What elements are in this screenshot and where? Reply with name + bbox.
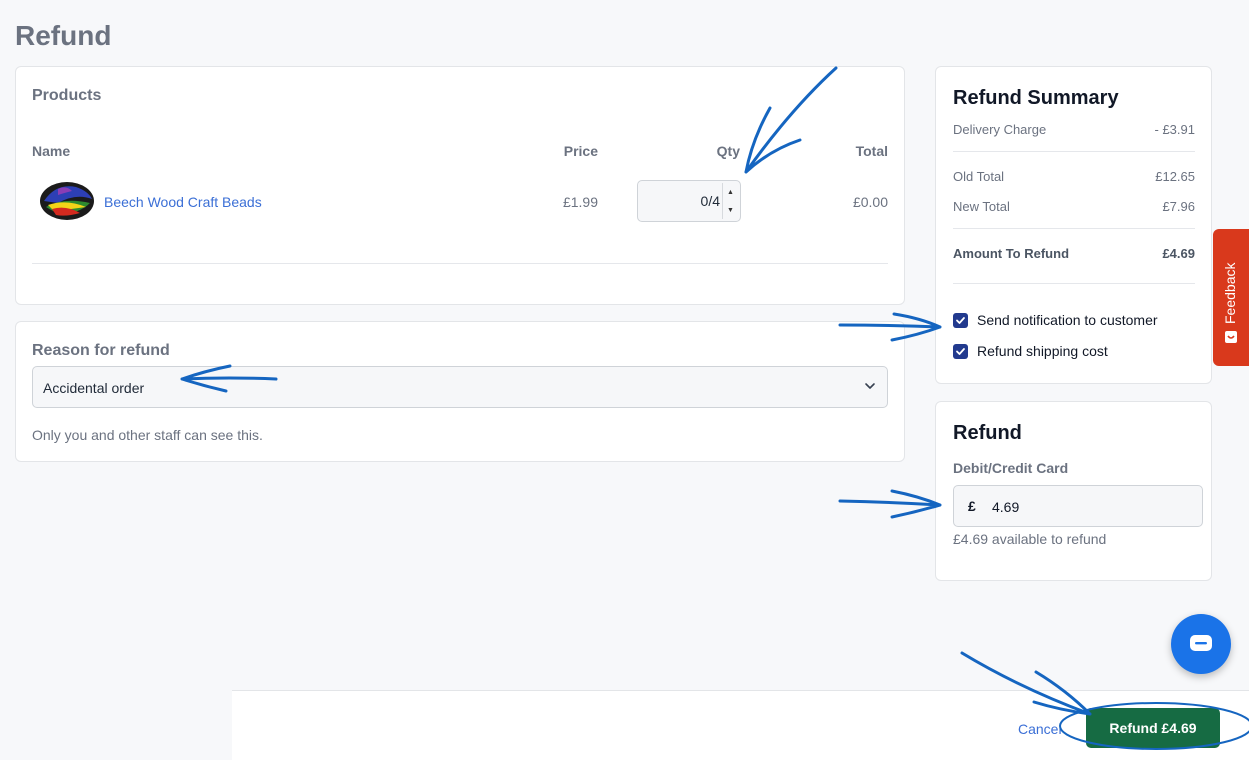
column-header-name: Name (32, 143, 70, 159)
feedback-icon (1224, 330, 1238, 344)
product-link[interactable]: Beech Wood Craft Beads (104, 194, 262, 210)
row-divider (32, 263, 888, 264)
cancel-link[interactable]: Cancel (1018, 721, 1062, 737)
reason-note: Only you and other staff can see this. (32, 427, 263, 443)
refund-method-label: Debit/Credit Card (953, 460, 1068, 476)
feedback-tab[interactable]: Feedback (1213, 229, 1249, 366)
notify-customer-checkbox[interactable] (953, 313, 968, 328)
summary-value: £12.65 (1155, 169, 1195, 184)
summary-label: New Total (953, 199, 1010, 214)
product-price: £1.99 (563, 194, 598, 210)
products-card: Products Name Price Qty Total Beech Wood… (15, 66, 905, 305)
quantity-stepper[interactable]: 0/4 ▲ ▼ (637, 180, 741, 222)
refund-shipping-checkbox[interactable] (953, 344, 968, 359)
page-title: Refund (15, 20, 111, 52)
chat-button[interactable] (1171, 614, 1231, 674)
column-header-price: Price (564, 143, 598, 159)
summary-divider (953, 151, 1195, 152)
reason-selected-value: Accidental order (43, 380, 144, 396)
refund-amount-input[interactable]: £ 4.69 (953, 485, 1203, 527)
product-thumbnail (36, 179, 98, 223)
products-heading: Products (32, 87, 101, 105)
feedback-label: Feedback (1222, 263, 1238, 324)
refund-title: Refund (953, 422, 1022, 445)
summary-divider (953, 283, 1195, 284)
summary-label: Old Total (953, 169, 1004, 184)
spin-down-icon[interactable]: ▼ (723, 201, 738, 219)
summary-value: - £3.91 (1155, 122, 1195, 137)
check-icon (955, 315, 966, 326)
spin-up-icon[interactable]: ▲ (723, 183, 738, 201)
summary-label: Delivery Charge (953, 122, 1046, 137)
column-header-qty: Qty (717, 143, 740, 159)
refund-shipping-option[interactable]: Refund shipping cost (953, 343, 1108, 359)
check-icon (955, 346, 966, 357)
refund-card: Refund Debit/Credit Card £ 4.69 £4.69 av… (935, 401, 1212, 581)
quantity-value: 0/4 (701, 193, 720, 209)
chat-icon (1188, 633, 1214, 655)
notify-customer-option[interactable]: Send notification to customer (953, 312, 1158, 328)
summary-divider (953, 228, 1195, 229)
refund-amount-value: 4.69 (992, 499, 1019, 515)
summary-title: Refund Summary (953, 87, 1119, 110)
refund-submit-button[interactable]: Refund £4.69 (1086, 708, 1220, 748)
available-to-refund: £4.69 available to refund (953, 531, 1106, 547)
footer-bar: Cancel Refund £4.69 (232, 690, 1249, 760)
reason-heading: Reason for refund (32, 342, 170, 360)
summary-label: Amount To Refund (953, 246, 1069, 261)
refund-summary-card: Refund Summary Delivery Charge - £3.91 O… (935, 66, 1212, 384)
quantity-spin-buttons: ▲ ▼ (722, 183, 738, 219)
summary-value: £7.96 (1162, 199, 1195, 214)
reason-select[interactable]: Accidental order (32, 366, 888, 408)
summary-value: £4.69 (1162, 246, 1195, 261)
notify-customer-label: Send notification to customer (977, 312, 1158, 328)
refund-shipping-label: Refund shipping cost (977, 343, 1108, 359)
product-total: £0.00 (853, 194, 888, 210)
reason-card: Reason for refund Accidental order Only … (15, 321, 905, 462)
annotation-arrow-amount (840, 491, 940, 517)
column-header-total: Total (856, 143, 888, 159)
currency-symbol: £ (968, 498, 976, 514)
chevron-down-icon (863, 379, 877, 393)
